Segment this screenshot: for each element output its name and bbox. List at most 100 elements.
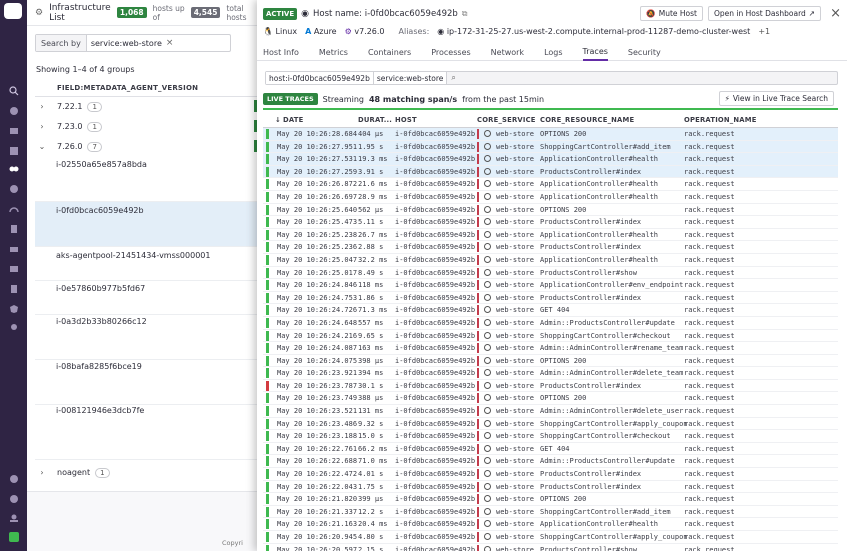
table-row[interactable]: May 20 10:26:25.473 5.11 s i-0fd0bcac6059e… <box>263 216 838 229</box>
table-row[interactable]: May 20 10:26:22.043 1.75 s i-0fd0bcac6059e… <box>263 481 838 494</box>
sort-arrow-icon[interactable]: ↓ <box>275 116 281 124</box>
close-icon[interactable]: × <box>166 38 174 48</box>
search-icon[interactable] <box>8 86 19 96</box>
host-row[interactable]: aks-agentpool-21451434-vmss000001 <box>35 247 257 281</box>
team-icon[interactable] <box>8 513 19 523</box>
chat-icon[interactable] <box>8 474 19 484</box>
table-row[interactable]: May 20 10:26:25.017 8.49 s i-0fd0bcac6059e… <box>263 267 838 280</box>
table-row[interactable]: May 20 10:26:23.749 388 μs i-0fd0bcac6059e… <box>263 392 838 406</box>
query-tag-host[interactable]: host:i-0fd0bcac6059e492b <box>266 72 374 84</box>
host-row[interactable]: i-0a3d2b33b80266c12 <box>35 315 257 360</box>
table-row[interactable]: May 20 10:26:23.787 30.1 s i-0fd0bcac6059e… <box>263 380 838 393</box>
column-date[interactable]: DATE <box>283 116 303 124</box>
apm-icon[interactable] <box>8 204 19 214</box>
table-row[interactable]: May 20 10:26:25.236 2.88 s i-0fd0bcac6059e… <box>263 241 838 254</box>
host-row[interactable]: i-02550a65e857a8bda <box>35 156 257 202</box>
table-row[interactable]: May 20 10:26:26.697 28.9 ms i-0fd0bcac6059… <box>263 191 838 204</box>
ux-monitoring-icon[interactable] <box>8 284 19 294</box>
host-row[interactable]: i-08bafa8285f6bce19 <box>35 360 257 405</box>
table-row[interactable]: May 20 10:26:21.163 20.4 ms i-0fd0bcac6059… <box>263 518 838 531</box>
cell-resource: OPTIONS 200 <box>540 205 587 214</box>
table-row[interactable]: May 20 10:26:27.531 19.3 ms i-0fd0bcac6059… <box>263 153 838 166</box>
table-row[interactable]: May 20 10:26:26.872 21.6 ms i-0fd0bcac6059… <box>263 178 838 191</box>
mute-host-button[interactable]: 🔕 Mute Host <box>640 6 703 21</box>
close-icon[interactable]: × <box>830 6 841 21</box>
infrastructure-icon[interactable] <box>8 164 19 174</box>
tab-containers[interactable]: Containers <box>368 44 411 61</box>
table-row[interactable]: May 20 10:26:25.238 26.7 ms i-0fd0bcac6059… <box>263 229 838 242</box>
live-trace-search-button[interactable]: ⚡ View in Live Trace Search <box>718 91 834 106</box>
column-core-service[interactable]: CORE_SERVICE <box>477 116 536 124</box>
column-operation-name[interactable]: OPERATION_NAME <box>684 116 757 124</box>
table-row[interactable]: May 20 10:26:24.075 398 μs i-0fd0bcac6059e… <box>263 355 838 368</box>
field-column-header[interactable]: FIELD:METADATA_AGENT_VERSION <box>35 80 257 97</box>
search-by-field[interactable]: Search by service:web-store × <box>35 34 231 52</box>
group-row[interactable]: › noagent 1 <box>35 463 257 482</box>
table-row[interactable]: May 20 10:26:24.726 71.3 ms i-0fd0bcac6059… <box>263 304 838 317</box>
search-icon[interactable]: ⌕ <box>451 73 455 83</box>
host-row[interactable]: i-0fd0bcac6059e492b <box>35 202 257 247</box>
open-dashboard-button[interactable]: Open in Host Dashboard ↗ <box>708 6 822 21</box>
avatar[interactable] <box>8 532 19 542</box>
group-row[interactable]: › 7.23.0 1 <box>35 117 257 136</box>
table-row[interactable]: May 20 10:26:20.945 4.80 s i-0fd0bcac6059e… <box>263 531 838 544</box>
shield-icon[interactable] <box>8 304 19 314</box>
chevron-right-icon[interactable]: › <box>35 468 49 477</box>
group-row[interactable]: ⌄ 7.26.0 7 <box>35 137 257 156</box>
table-row[interactable]: May 20 10:26:27.259 3.91 s i-0fd0bcac6059e… <box>263 165 838 179</box>
column-resource-name[interactable]: CORE_RESOURCE_NAME <box>540 116 634 124</box>
events-icon[interactable] <box>8 146 19 156</box>
table-row[interactable]: May 20 10:26:23.521 131 ms i-0fd0bcac6059e… <box>263 405 838 418</box>
table-row[interactable]: May 20 10:26:24.216 9.65 s i-0fd0bcac6059e… <box>263 330 838 343</box>
table-row[interactable]: May 20 10:26:22.688 71.0 ms i-0fd0bcac6059… <box>263 455 838 469</box>
table-row[interactable]: May 20 10:26:23.486 9.32 s i-0fd0bcac6059e… <box>263 418 838 431</box>
chevron-right-icon[interactable]: › <box>35 122 49 131</box>
table-row[interactable]: May 20 10:26:25.047 32.2 ms i-0fd0bcac6059… <box>263 254 838 267</box>
table-row[interactable]: May 20 10:26:22.472 4.01 s i-0fd0bcac6059e… <box>263 468 838 481</box>
cell-resource: ApplicationController#health <box>540 255 659 264</box>
watchdog-icon[interactable] <box>8 106 19 116</box>
table-row[interactable]: May 20 10:26:23.921 394 ms i-0fd0bcac6059e… <box>263 367 838 380</box>
table-row[interactable]: May 20 10:26:24.648 557 ms i-0fd0bcac6059e… <box>263 317 838 330</box>
table-row[interactable]: May 20 10:26:28.684 404 μs i-0fd0bcac6059e… <box>263 128 838 141</box>
cell-service: web-store <box>496 344 534 353</box>
tab-traces[interactable]: Traces <box>582 44 608 61</box>
table-row[interactable]: May 20 10:26:25.640 562 μs i-0fd0bcac6059e… <box>263 204 838 217</box>
alias-more-badge[interactable]: +1 <box>758 27 770 36</box>
gear-icon[interactable]: ⚙ <box>35 8 43 18</box>
table-row[interactable]: May 20 10:26:22.761 66.2 ms i-0fd0bcac6059… <box>263 443 838 456</box>
table-row[interactable]: May 20 10:26:20.597 2.15 s i-0fd0bcac6059e… <box>263 544 838 551</box>
column-host[interactable]: HOST <box>395 116 417 124</box>
datadog-logo-icon[interactable] <box>4 3 22 19</box>
tab-logs[interactable]: Logs <box>544 44 562 61</box>
logs-icon[interactable] <box>8 244 19 254</box>
tab-host-info[interactable]: Host Info <box>263 44 299 61</box>
tab-security[interactable]: Security <box>628 44 661 61</box>
cell-operation: rack.request <box>684 230 735 239</box>
copy-icon[interactable]: ⧉ <box>462 9 468 19</box>
group-row[interactable]: › 7.22.1 1 <box>35 97 257 116</box>
host-row[interactable]: i-0e57860b977b5fd67 <box>35 281 257 315</box>
notebooks-icon[interactable] <box>8 224 19 234</box>
help-icon[interactable] <box>8 494 19 504</box>
query-tag-service[interactable]: service:web-store <box>373 72 448 84</box>
tab-network[interactable]: Network <box>491 44 524 61</box>
monitors-icon[interactable] <box>8 184 19 194</box>
table-row[interactable]: May 20 10:26:24.087 163 ms i-0fd0bcac6059e… <box>263 342 838 355</box>
security-icon[interactable] <box>8 264 19 274</box>
tab-metrics[interactable]: Metrics <box>319 44 348 61</box>
table-row[interactable]: May 20 10:26:27.951 1.95 s i-0fd0bcac6059e… <box>263 140 838 154</box>
column-duration[interactable]: DURAT... <box>358 116 392 124</box>
host-row[interactable]: i-008121946e3dcb7fe <box>35 405 257 460</box>
table-row[interactable]: May 20 10:26:24.753 1.86 s i-0fd0bcac6059e… <box>263 292 838 305</box>
chevron-right-icon[interactable]: › <box>35 102 49 111</box>
tab-processes[interactable]: Processes <box>431 44 470 61</box>
integrations-icon[interactable] <box>8 322 19 332</box>
table-row[interactable]: May 20 10:26:24.846 118 ms i-0fd0bcac6059e… <box>263 279 838 292</box>
table-row[interactable]: May 20 10:26:21.337 12.2 s i-0fd0bcac6059e… <box>263 506 838 519</box>
dashboards-icon[interactable] <box>8 126 19 136</box>
chevron-down-icon[interactable]: ⌄ <box>35 142 49 151</box>
table-row[interactable]: May 20 10:26:23.188 15.0 s i-0fd0bcac6059e… <box>263 430 838 443</box>
table-row[interactable]: May 20 10:26:21.820 399 μs i-0fd0bcac6059e… <box>263 493 838 506</box>
trace-query-bar[interactable]: host:i-0fd0bcac6059e492b service:web-sto… <box>265 71 838 85</box>
